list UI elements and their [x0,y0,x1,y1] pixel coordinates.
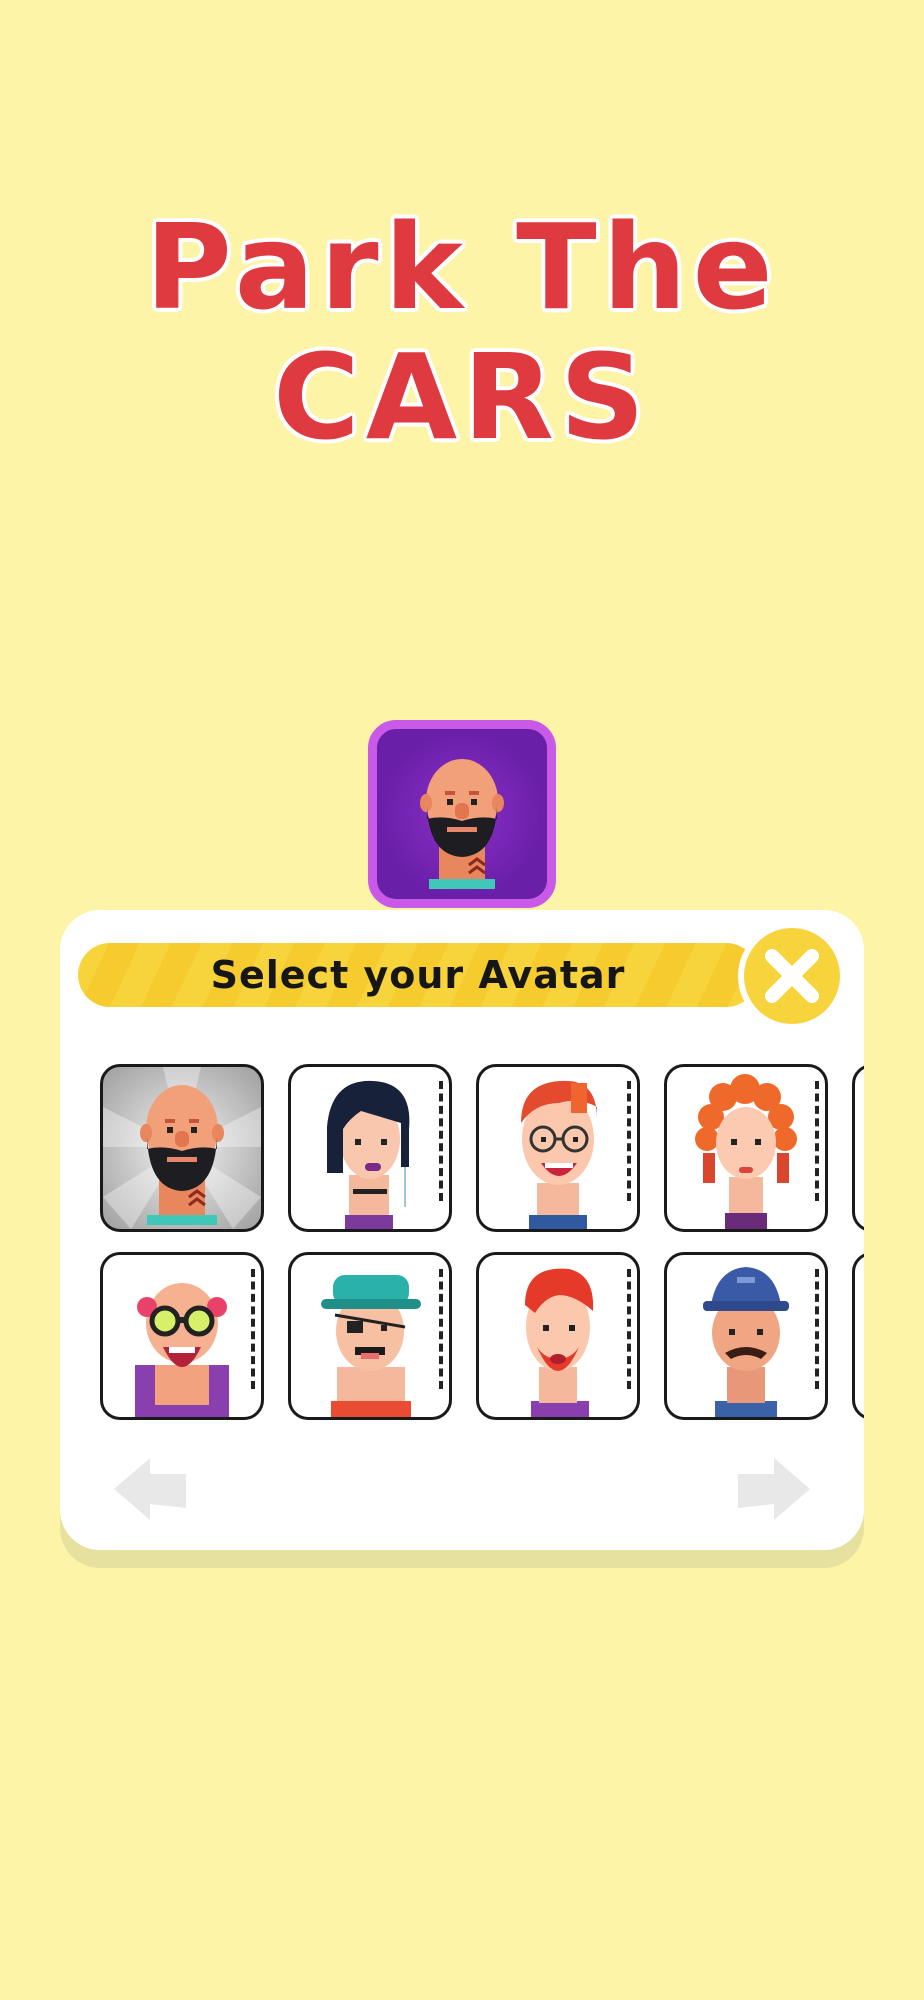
card-edge [627,1081,631,1201]
avatar-card-goggles-old-man[interactable] [100,1252,264,1420]
avatar-card-partial[interactable] [852,1064,864,1232]
avatar-card-partial[interactable] [852,1252,864,1420]
selected-avatar [368,720,556,908]
panel-title: Select your Avatar [210,953,626,997]
bald-bearded-man-icon [420,759,504,889]
avatar-card-black-hair-woman[interactable] [288,1064,452,1232]
game-title-line1: Park The [145,198,779,336]
goggles-old-man-icon [135,1283,229,1417]
avatar-panel: Select your Avatar [60,910,864,1550]
close-button[interactable] [738,922,846,1030]
panel-header: Select your Avatar [78,943,758,1007]
avatar-grid [100,1064,864,1448]
red-beard-man-icon [525,1268,594,1417]
close-icon [765,949,819,1003]
card-edge [627,1269,631,1389]
cap-mustache-man-icon [703,1267,789,1417]
card-edge [815,1081,819,1201]
avatar-card-hat-eyepatch-man[interactable] [288,1252,452,1420]
bald-bearded-man-icon [103,1067,261,1229]
card-edge [439,1081,443,1201]
avatar-card-red-beard-man[interactable] [476,1252,640,1420]
avatar-card-curly-redhead-woman[interactable] [664,1064,828,1232]
hat-eyepatch-man-icon [321,1275,421,1417]
arrow-right-icon[interactable] [734,1454,814,1524]
game-title-line2: CARS [273,328,651,466]
card-edge [439,1269,443,1389]
card-edge [251,1269,255,1389]
black-hair-woman-icon [327,1080,410,1229]
avatar-card-bald-bearded-man[interactable] [100,1064,264,1232]
glasses-redhead-man-icon [521,1080,597,1229]
avatar-card-glasses-redhead-man[interactable] [476,1064,640,1232]
avatar-card-cap-mustache-man[interactable] [664,1252,828,1420]
arrow-left-icon[interactable] [110,1454,190,1524]
curly-redhead-woman-icon [695,1074,797,1229]
card-edge [815,1269,819,1389]
